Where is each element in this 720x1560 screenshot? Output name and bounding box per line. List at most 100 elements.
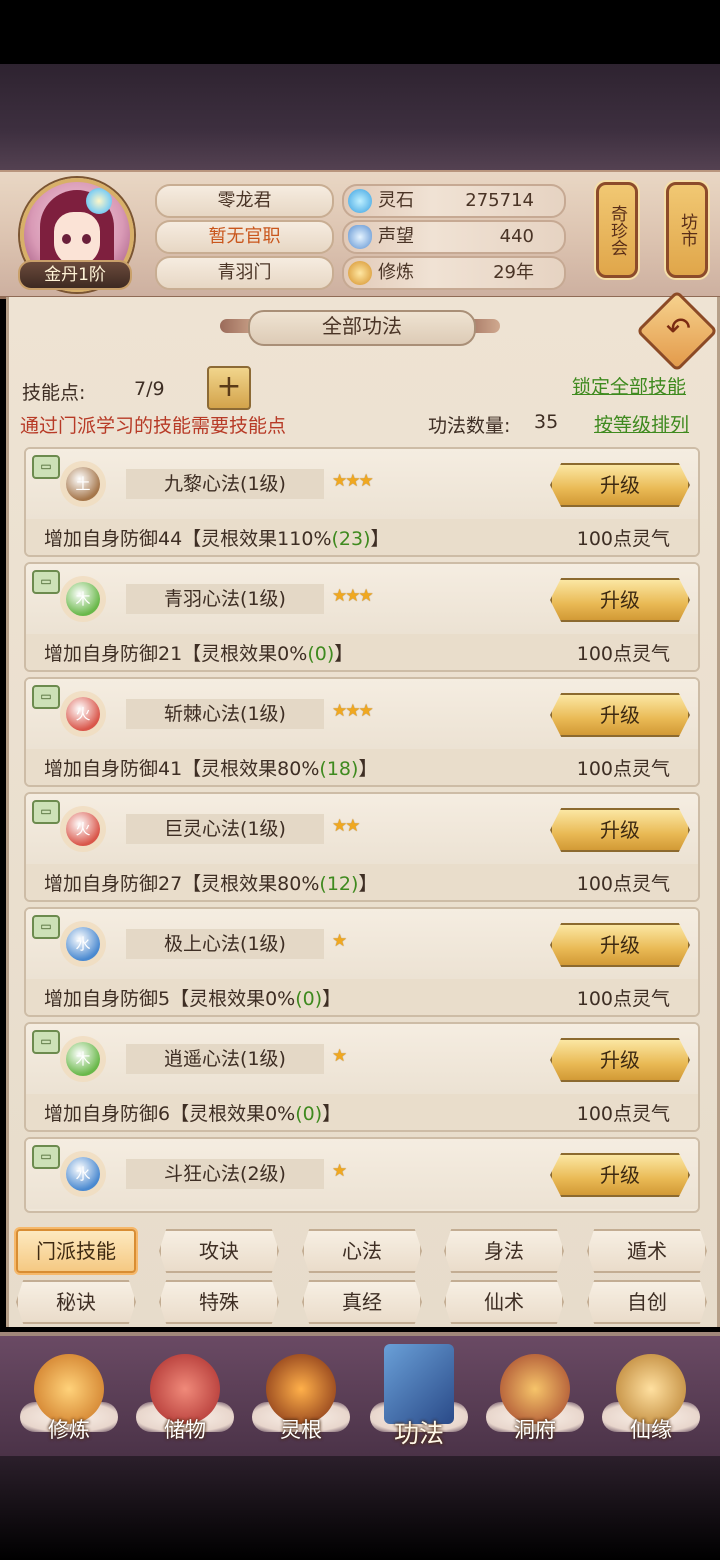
element-orb-icon: 火 (66, 697, 100, 731)
upgrade-cost: 100点灵气 (576, 988, 670, 1010)
tab-row1-2[interactable]: 心法 (302, 1229, 422, 1273)
market-button[interactable]: 坊市 (666, 182, 708, 278)
sort-by-level-link[interactable]: 按等级排列 (594, 410, 689, 437)
skill-count-label: 功法数量: (428, 415, 511, 437)
skill-name: 九黎心法(1级) (126, 469, 324, 499)
skill-tag-icon[interactable]: ▭ (32, 685, 60, 709)
treasure-pavilion-button[interactable]: 奇珍会 (596, 182, 638, 278)
skill-count-value: 35 (534, 411, 559, 433)
nav-item-2[interactable]: 灵根 (246, 1340, 356, 1452)
nav-item-1[interactable]: 储物 (130, 1340, 240, 1452)
skill-description: 增加自身防御44【灵根效果110%(23)】 (44, 524, 390, 551)
skill-point-notice: 通过门派学习的技能需要技能点 (20, 415, 287, 437)
player-sect: 青羽门 (155, 256, 334, 290)
upgrade-button[interactable]: 升级 (550, 578, 690, 622)
skill-card[interactable]: ▭ 水斗狂心法(2级) ★ 升级 (24, 1137, 700, 1213)
upgrade-cost: 100点灵气 (576, 873, 670, 895)
skill-effect-text: 增加自身防御6【灵根效果0% (44, 1103, 296, 1125)
skill-effect-close: 】 (334, 643, 354, 665)
skill-points-label: 技能点: (22, 382, 86, 404)
skill-effect-bonus: (0) (307, 643, 335, 665)
skill-tag-icon[interactable]: ▭ (32, 1030, 60, 1054)
element-orb-icon: 木 (66, 582, 100, 616)
skill-star-rating: ★★★ (332, 586, 374, 606)
skill-card[interactable]: ▭ 火斩棘心法(1级) ★★★ 升级 增加自身防御41【灵根效果80%(18)】 100点… (24, 677, 700, 787)
skill-effect-bonus: (0) (295, 988, 323, 1010)
tab-row2-4[interactable]: 自创 (587, 1280, 707, 1324)
skill-card[interactable]: ▭ 木逍遥心法(1级) ★ 升级 增加自身防御6【灵根效果0%(0)】 100点灵气 (24, 1022, 700, 1132)
skill-star-rating: ★ (332, 1046, 347, 1066)
skill-card[interactable]: ▭ 木青羽心法(1级) ★★★ 升级 增加自身防御21【灵根效果0%(0)】 100点灵气 (24, 562, 700, 672)
nav-item-3[interactable]: 功法 (364, 1340, 474, 1452)
tab-row1-1[interactable]: 攻诀 (159, 1229, 279, 1273)
avatar-eye-left (62, 234, 71, 244)
tab-row1-3[interactable]: 身法 (444, 1229, 564, 1273)
player-official-title: 暂无官职 (155, 220, 334, 254)
skill-effect-text: 增加自身防御5【灵根效果0% (44, 988, 296, 1010)
upgrade-button[interactable]: 升级 (550, 693, 690, 737)
nav-item-0[interactable]: 修炼 (14, 1340, 124, 1452)
skill-star-rating: ★★ (332, 816, 361, 836)
skill-star-rating: ★ (332, 1161, 347, 1181)
nav-label: 灵根 (280, 1418, 322, 1442)
tab-row2-3[interactable]: 仙术 (444, 1280, 564, 1324)
skill-card[interactable]: ▭ 火巨灵心法(1级) ★★ 升级增加自身防御27【灵根效果80%(12)】 100点灵… (24, 792, 700, 902)
skill-name: 青羽心法(1级) (126, 584, 324, 614)
upgrade-button[interactable]: 升级 (550, 923, 690, 967)
skill-effect-text: 增加自身防御41【灵根效果80% (44, 758, 320, 780)
skill-star-rating: ★ (332, 931, 347, 951)
skill-tag-icon[interactable]: ▭ (32, 915, 60, 939)
stat-value: 29年 (493, 262, 534, 283)
nav-label: 功法 (393, 1419, 444, 1448)
skill-description: 增加自身防御5【灵根效果0%(0)】 (44, 984, 341, 1011)
skill-effect-close: 】 (358, 873, 378, 895)
bottom-background (0, 1456, 720, 1560)
upgrade-cost: 100点灵气 (576, 528, 670, 550)
stat-value: 275714 (465, 190, 534, 211)
upgrade-cost: 100点灵气 (576, 758, 670, 780)
header-background (0, 64, 720, 174)
skill-effect-close: 】 (322, 988, 342, 1010)
element-orb-icon: 火 (66, 812, 100, 846)
skill-name: 巨灵心法(1级) (126, 814, 324, 844)
tab-row1-0[interactable]: 门派技能 (16, 1229, 136, 1273)
skill-name: 斩棘心法(1级) (126, 699, 324, 729)
skill-star-rating: ★★★ (332, 701, 374, 721)
skill-card[interactable]: ▭ 土九黎心法(1级) ★★★ 升级 增加自身防御44【灵根效果110%(23)】 100… (24, 447, 700, 557)
upgrade-cost: 100点灵气 (576, 1103, 670, 1125)
avatar-face (54, 212, 100, 266)
skill-tag-icon[interactable]: ▭ (32, 455, 60, 479)
nav-item-4[interactable]: 洞府 (480, 1340, 590, 1452)
skill-effect-bonus: (18) (319, 758, 359, 780)
skill-description: 增加自身防御6【灵根效果0%(0)】 (44, 1099, 341, 1126)
skill-tag-icon[interactable]: ▭ (32, 1145, 60, 1169)
element-orb-icon: 水 (66, 1157, 100, 1191)
element-orb-icon: 水 (66, 927, 100, 961)
nav-item-5[interactable]: 仙缘 (596, 1340, 706, 1452)
upgrade-button[interactable]: 升级 (550, 808, 690, 852)
upgrade-button[interactable]: 升级 (550, 1038, 690, 1082)
tab-row2-0[interactable]: 秘诀 (16, 1280, 136, 1324)
tab-row2-2[interactable]: 真经 (302, 1280, 422, 1324)
skill-effect-close: 】 (370, 528, 390, 550)
skill-name: 斗狂心法(2级) (126, 1159, 324, 1189)
skill-description: 增加自身防御21【灵根效果0%(0)】 (44, 639, 353, 666)
skill-effect-bonus: (23) (331, 528, 371, 550)
skill-effect-text: 增加自身防御44【灵根效果110% (44, 528, 332, 550)
game-screen: 金丹1阶 零龙君 暂无官职 青羽门 灵石 275714 声望 440 修炼 29… (0, 0, 720, 1560)
skill-effect-bonus: (12) (319, 873, 359, 895)
lock-all-skills-link[interactable]: 锁定全部技能 (572, 372, 686, 399)
upgrade-button[interactable]: 升级 (550, 463, 690, 507)
skill-tag-icon[interactable]: ▭ (32, 570, 60, 594)
stat-value: 440 (499, 226, 534, 247)
stat-cultivation: 修炼 29年 (342, 256, 566, 290)
add-skill-points-button[interactable]: + (207, 366, 251, 410)
tab-row2-1[interactable]: 特殊 (159, 1280, 279, 1324)
tab-row1-4[interactable]: 遁术 (587, 1229, 707, 1273)
skill-effect-text: 增加自身防御27【灵根效果80% (44, 873, 320, 895)
reputation-icon (348, 225, 372, 249)
skill-tag-icon[interactable]: ▭ (32, 800, 60, 824)
upgrade-button[interactable]: 升级 (550, 1153, 690, 1197)
skill-card[interactable]: ▭ 水极上心法(1级) ★ 升级 增加自身防御5【灵根效果0%(0)】 100点灵气 (24, 907, 700, 1017)
element-orb-icon: 木 (66, 1042, 100, 1076)
